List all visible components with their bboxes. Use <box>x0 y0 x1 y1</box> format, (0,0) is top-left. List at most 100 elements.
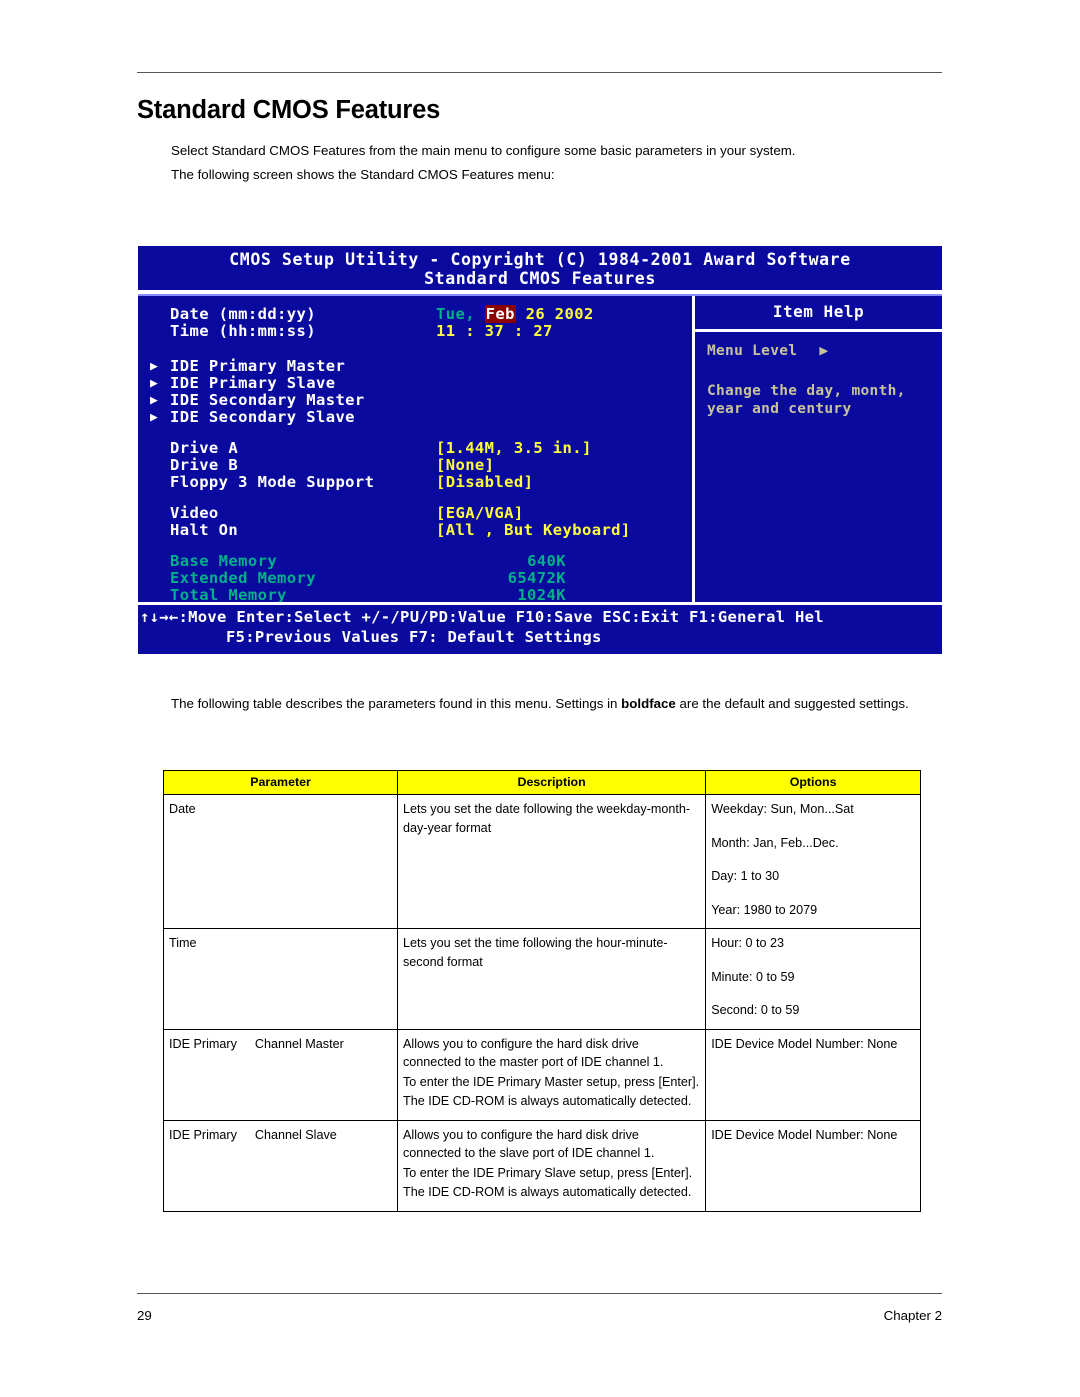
cell-description: Allows you to configure the hard disk dr… <box>396 1119 707 1212</box>
bios-drive-b-value[interactable]: [None] <box>436 457 494 474</box>
option-item: Hour: 0 to 23 <box>711 936 784 950</box>
description-paragraph: To enter the IDE Primary Master setup, p… <box>403 1074 700 1089</box>
document-page: Standard CMOS Features Select Standard C… <box>0 0 1080 1397</box>
bios-ide-secondary-master-label: IDE Secondary Master <box>170 391 365 409</box>
bios-row-drive-b[interactable]: Drive B [None] <box>138 457 692 474</box>
description-paragraph: Lets you set the date following the week… <box>403 802 691 835</box>
bios-drive-a-value[interactable]: [1.44M, 3.5 in.] <box>436 440 592 457</box>
item-help-title: Item Help <box>772 302 865 321</box>
bios-footer: ↑↓→←:Move Enter:Select +/-/PU/PD:Value F… <box>138 602 942 654</box>
option-item: Year: 1980 to 2079 <box>711 902 818 917</box>
bios-title-line-1: CMOS Setup Utility - Copyright (C) 1984-… <box>229 250 851 269</box>
cell-options: Hour: 0 to 23 Minute: 0 to 59 Second: 0 … <box>705 928 921 1030</box>
triangle-right-icon: ▶ <box>150 359 159 374</box>
column-header-options: Options <box>705 770 921 795</box>
bios-time-value[interactable]: 11 : 37 : 27 <box>436 323 553 340</box>
option-item: Month: Jan, Feb...Dec. <box>711 835 839 850</box>
intro-paragraph-2: The following screen shows the Standard … <box>171 167 555 182</box>
table-intro-suffix: are the default and suggested settings. <box>675 696 909 711</box>
option-item: IDE Device Model Number: None <box>711 1127 898 1142</box>
item-help-menu-level: Menu Level ▶ <box>695 332 942 360</box>
bios-base-memory-label: Base Memory <box>170 552 278 570</box>
intro-paragraph-1: Select Standard CMOS Features from the m… <box>171 143 796 158</box>
bios-row-floppy-3-mode-support[interactable]: Floppy 3 Mode Support [Disabled] <box>138 474 692 491</box>
bios-date-day-year: 26 2002 <box>525 305 594 323</box>
cell-options: Weekday: Sun, Mon...Sat Month: Jan, Feb.… <box>705 794 921 929</box>
parameters-table: Parameter Description Options Date Lets … <box>163 770 921 1212</box>
bios-date-label: Date (mm:dd:yy) <box>170 305 316 323</box>
bios-row-drive-a[interactable]: Drive A [1.44M, 3.5 in.] <box>138 440 692 457</box>
table-intro-prefix: The following table describes the parame… <box>171 696 622 711</box>
bios-date-month[interactable]: Feb <box>484 305 516 323</box>
cell-parameter: IDE Primary Channel Master <box>163 1028 398 1121</box>
bios-row-base-memory: Base Memory 640K <box>138 553 692 570</box>
bios-video-label: Video <box>170 504 219 522</box>
bios-ide-primary-slave-label: IDE Primary Slave <box>170 374 336 392</box>
cell-description: Allows you to configure the hard disk dr… <box>396 1028 707 1121</box>
bios-footer-keys-line-2: F5:Previous Values F7: Default Settings <box>226 628 602 646</box>
bios-row-ide-secondary-master[interactable]: ▶ IDE Secondary Master <box>138 392 692 409</box>
cell-description: Lets you set the time following the hour… <box>396 928 707 1030</box>
parameter-name-part-2: Channel Master <box>254 1036 344 1051</box>
table-row: Time Lets you set the time following the… <box>163 928 921 1030</box>
bios-extended-memory-value: 65472K <box>507 569 566 587</box>
table-row: Date Lets you set the date following the… <box>163 794 921 929</box>
bios-title-line-2: Standard CMOS Features <box>424 269 656 288</box>
bios-floppy-3-mode-value[interactable]: [Disabled] <box>436 474 533 491</box>
bios-row-video[interactable]: Video [EGA/VGA] <box>138 505 692 522</box>
bios-footer-keys-line-1: ↑↓→←:Move Enter:Select +/-/PU/PD:Value F… <box>140 608 824 626</box>
bios-extended-memory-label: Extended Memory <box>170 569 316 587</box>
option-item: Second: 0 to 59 <box>711 1003 800 1017</box>
description-paragraph: Allows you to configure the hard disk dr… <box>403 1127 655 1161</box>
option-item: Weekday: Sun, Mon...Sat <box>711 802 854 816</box>
bios-body: Date (mm:dd:yy) Tue, Feb 26 2002 Time (h… <box>138 296 942 604</box>
parameter-name-part-2: Channel Slave <box>254 1127 337 1142</box>
cell-options: IDE Device Model Number: None <box>705 1028 921 1121</box>
bios-row-ide-primary-master[interactable]: ▶ IDE Primary Master <box>138 358 692 375</box>
parameter-name: IDE Primary Channel Slave <box>169 1128 337 1142</box>
description-paragraph: The IDE CD-ROM is always automatically d… <box>403 1094 692 1108</box>
bios-floppy-3-mode-label: Floppy 3 Mode Support <box>170 473 375 491</box>
parameter-name-part-1: IDE Primary <box>169 1127 237 1142</box>
description-paragraph: The IDE CD-ROM is always automatically d… <box>403 1185 692 1199</box>
cell-parameter: Time <box>163 928 398 1030</box>
page-title: Standard CMOS Features <box>137 96 441 124</box>
parameter-name: IDE Primary Channel Master <box>169 1037 344 1051</box>
bios-row-date[interactable]: Date (mm:dd:yy) Tue, Feb 26 2002 <box>138 305 692 323</box>
footer-divider <box>137 1293 942 1294</box>
bios-ide-primary-master-label: IDE Primary Master <box>170 357 346 375</box>
description-paragraph: To enter the IDE Primary Slave setup, pr… <box>403 1165 693 1180</box>
table-row: IDE Primary Channel Slave Allows you to c… <box>163 1119 921 1212</box>
option-item: Minute: 0 to 59 <box>711 969 795 984</box>
bios-row-time[interactable]: Time (hh:mm:ss) 11 : 37 : 27 <box>138 323 692 340</box>
triangle-right-icon: ▶ <box>819 343 829 359</box>
bios-halt-on-value[interactable]: [All , But Keyboard] <box>436 522 631 539</box>
table-header-row: Parameter Description Options <box>163 770 921 795</box>
footer-page-number: 29 <box>137 1308 152 1323</box>
option-item: IDE Device Model Number: None <box>711 1036 898 1051</box>
bios-row-extended-memory: Extended Memory 65472K <box>138 570 692 587</box>
bios-time-label: Time (hh:mm:ss) <box>170 322 316 340</box>
parameter-name-part-1: IDE Primary <box>169 1036 237 1051</box>
menu-level-label: Menu Level <box>707 343 798 359</box>
footer-chapter-label: Chapter 2 <box>883 1308 942 1323</box>
bios-item-help-panel: Item Help Menu Level ▶ Change the day, mo… <box>695 296 942 602</box>
bios-ide-secondary-slave-label: IDE Secondary Slave <box>170 408 355 426</box>
bios-row-ide-secondary-slave[interactable]: ▶ IDE Secondary Slave <box>138 409 692 426</box>
bios-date-value[interactable]: Tue, Feb 26 2002 <box>436 305 594 323</box>
bios-drive-a-label: Drive A <box>170 439 239 457</box>
column-header-parameter: Parameter <box>163 770 398 795</box>
table-intro-paragraph: The following table describes the parame… <box>171 694 931 714</box>
bios-video-value[interactable]: [EGA/VGA] <box>436 505 524 522</box>
bios-row-ide-primary-slave[interactable]: ▶ IDE Primary Slave <box>138 375 692 392</box>
cell-parameter: Date <box>163 794 398 929</box>
bios-row-halt-on[interactable]: Halt On [All , But Keyboard] <box>138 522 692 539</box>
cell-description: Lets you set the date following the week… <box>396 794 707 929</box>
bios-halt-on-label: Halt On <box>170 521 239 539</box>
item-help-description: Change the day, month, year and century <box>695 372 942 418</box>
table-row: IDE Primary Channel Master Allows you to … <box>163 1028 921 1121</box>
bios-drive-b-label: Drive B <box>170 456 239 474</box>
header-divider <box>137 72 942 73</box>
cell-parameter: IDE Primary Channel Slave <box>163 1119 398 1212</box>
triangle-right-icon: ▶ <box>150 393 159 408</box>
